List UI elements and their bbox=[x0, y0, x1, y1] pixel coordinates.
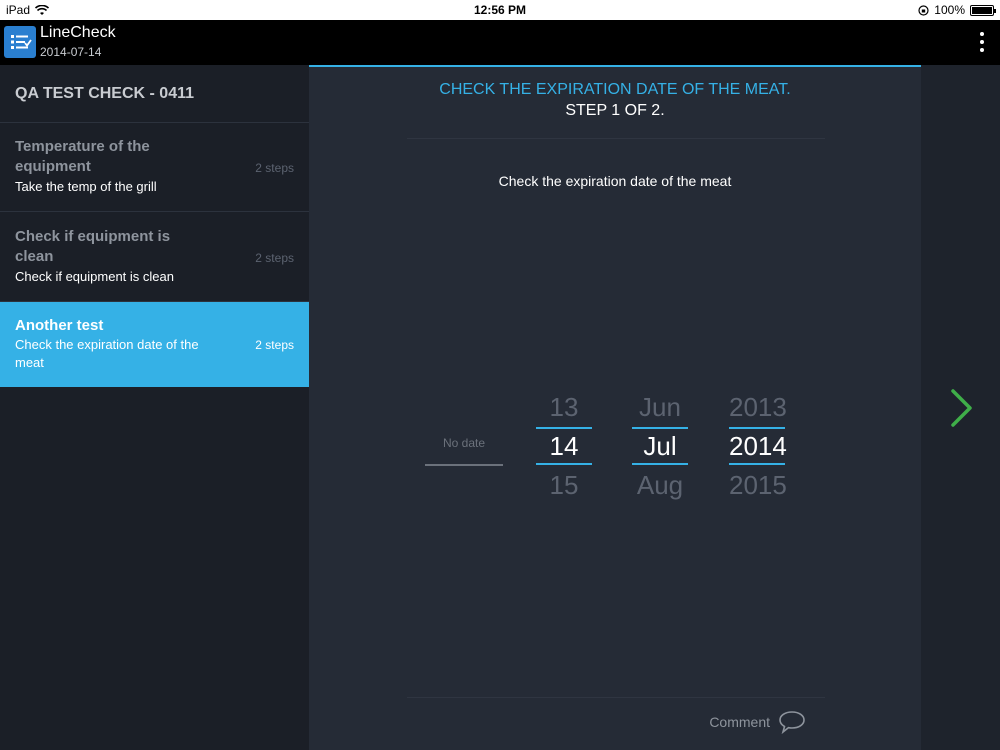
no-date-option[interactable]: No date bbox=[425, 432, 503, 466]
wifi-icon bbox=[35, 4, 50, 15]
sidebar: QA TEST CHECK - 0411 Temperature of the … bbox=[0, 65, 309, 750]
device-label: iPad bbox=[6, 3, 31, 17]
check-item-title: Temperature of the equipment bbox=[15, 138, 150, 175]
check-item-steps: 2 steps bbox=[255, 161, 294, 175]
divider bbox=[407, 138, 825, 139]
speech-bubble-icon bbox=[779, 711, 805, 734]
day-prev: 13 bbox=[549, 392, 579, 422]
year-next: 2015 bbox=[729, 470, 787, 500]
check-item-clean[interactable]: Check if equipment is clean Check if equ… bbox=[0, 212, 309, 302]
status-right: 100% bbox=[918, 3, 996, 17]
divider bbox=[407, 697, 825, 698]
chevron-right-icon[interactable] bbox=[947, 383, 977, 433]
app-date: 2014-07-14 bbox=[40, 45, 102, 59]
sidebar-header: QA TEST CHECK - 0411 bbox=[0, 65, 309, 123]
app-title: LineCheck bbox=[40, 24, 116, 41]
step-count: STEP 1 OF 2. bbox=[565, 102, 665, 119]
month-picker[interactable]: Jun Jul Aug bbox=[632, 385, 688, 505]
check-item-steps: 2 steps bbox=[255, 338, 294, 352]
year-prev: 2013 bbox=[729, 392, 787, 422]
check-item-title: Another test bbox=[15, 317, 104, 334]
step-heading: CHECK THE EXPIRATION DATE OF THE MEAT. bbox=[439, 81, 791, 98]
check-item-temperature[interactable]: Temperature of the equipment Take the te… bbox=[0, 123, 309, 212]
check-item-description: Take the temp of the grill bbox=[15, 179, 157, 194]
comment-button[interactable]: Comment bbox=[709, 710, 806, 734]
instruction-text: Check the expiration date of the meat bbox=[498, 173, 732, 189]
day-selected: 14 bbox=[536, 427, 592, 465]
check-item-description: Check if equipment is clean bbox=[15, 269, 174, 284]
more-vertical-icon[interactable] bbox=[974, 29, 990, 55]
year-selected: 2014 bbox=[729, 427, 787, 465]
right-strip bbox=[921, 65, 1000, 750]
comment-label: Comment bbox=[709, 714, 770, 730]
app-bar: LineCheck 2014-07-14 bbox=[0, 20, 1000, 65]
status-time: 12:56 PM bbox=[473, 3, 527, 17]
year-picker[interactable]: 2013 2014 2015 bbox=[729, 385, 787, 505]
month-prev: Jun bbox=[639, 392, 681, 422]
status-bar: iPad 12:56 PM 100% bbox=[0, 0, 1000, 20]
check-item-description: Check the expiration date of the meat bbox=[15, 337, 199, 370]
month-selected: Jul bbox=[632, 427, 688, 465]
check-item-steps: 2 steps bbox=[255, 251, 294, 265]
orientation-lock-icon bbox=[918, 4, 929, 16]
battery-percent: 100% bbox=[934, 3, 965, 17]
battery-icon bbox=[970, 4, 996, 16]
month-next: Aug bbox=[636, 470, 684, 500]
day-picker[interactable]: 13 14 15 bbox=[536, 385, 592, 505]
check-item-another-test[interactable]: Another test Check the expiration date o… bbox=[0, 302, 309, 387]
main-panel: CHECK THE EXPIRATION DATE OF THE MEAT. S… bbox=[309, 65, 921, 750]
checklist-icon bbox=[4, 26, 36, 58]
status-left: iPad bbox=[6, 3, 50, 17]
day-next: 15 bbox=[549, 470, 579, 500]
check-item-title: Check if equipment is clean bbox=[15, 228, 171, 265]
